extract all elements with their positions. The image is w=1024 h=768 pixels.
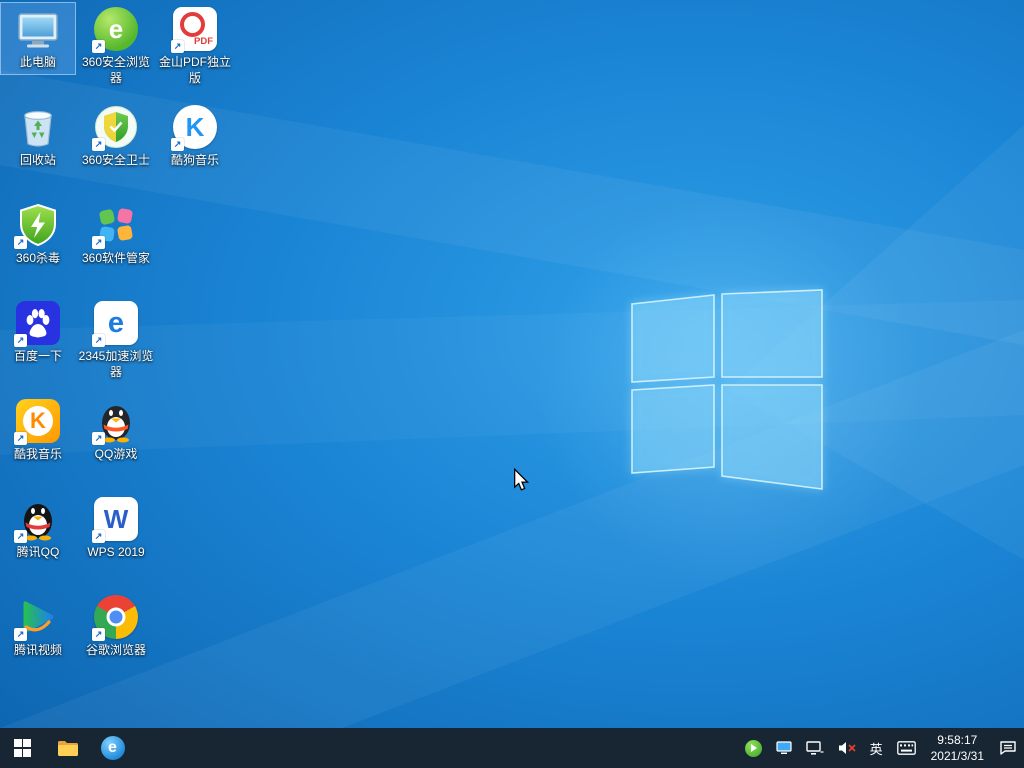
shortcut-arrow-icon: ↗ <box>14 432 27 445</box>
shortcut-arrow-icon: ↗ <box>14 530 27 543</box>
system-tray: 英 9:58:17 2021/3/31 <box>738 728 1024 768</box>
google-chrome-icon: ↗ <box>93 594 139 640</box>
tray-touch-keyboard[interactable] <box>890 728 923 768</box>
shortcut-arrow-icon: ↗ <box>14 334 27 347</box>
shortcut-arrow-icon: ↗ <box>171 40 184 53</box>
clock-date: 2021/3/31 <box>931 748 984 764</box>
shortcut-arrow-icon: ↗ <box>14 628 27 641</box>
chrome-center <box>107 608 126 627</box>
action-center-icon <box>999 740 1017 756</box>
tray-volume-muted[interactable] <box>831 728 863 768</box>
desktop-icon-label: 360软件管家 <box>82 251 150 267</box>
taskbar-clock[interactable]: 9:58:17 2021/3/31 <box>923 732 992 764</box>
2345-browser-icon: e ↗ <box>93 300 139 346</box>
desktop-icon-baidu[interactable]: ↗ 百度一下 <box>0 296 76 369</box>
shortcut-arrow-icon: ↗ <box>92 530 105 543</box>
desktop-icon-label: 金山PDF独立版 <box>157 55 233 86</box>
speaker-muted-icon <box>838 741 856 755</box>
folder-icon <box>57 740 79 757</box>
desktop-icon-label: 360杀毒 <box>16 251 60 267</box>
desktop-icon-360-browser[interactable]: e ↗ 360安全浏览器 <box>78 2 154 90</box>
keyboard-icon <box>897 741 916 755</box>
desktop-icon-google-chrome[interactable]: ↗ 谷歌浏览器 <box>78 590 154 663</box>
desktop-icon-this-pc[interactable]: 此电脑 <box>0 2 76 75</box>
action-center-button[interactable] <box>992 728 1024 768</box>
360-software-manager-icon: ↗ <box>93 202 139 248</box>
kugou-music-icon: K ↗ <box>172 104 218 150</box>
desktop-icon-label: QQ游戏 <box>95 447 138 463</box>
desktop-icon-label: 回收站 <box>20 153 56 169</box>
tray-pc-monitor[interactable] <box>769 728 799 768</box>
tencent-video-icon: ↗ <box>15 594 61 640</box>
360-safeguard-icon: ↗ <box>93 104 139 150</box>
input-method-indicator[interactable]: 英 <box>863 728 890 768</box>
pdf-swirl <box>180 12 205 37</box>
desktop-icon-360-antivirus[interactable]: ↗ 360杀毒 <box>0 198 76 271</box>
desktop-icon-label: 腾讯QQ <box>17 545 60 561</box>
desktop-icon-label: 360安全浏览器 <box>78 55 154 86</box>
pdf-letters: PDF <box>194 36 213 47</box>
shortcut-arrow-icon: ↗ <box>92 432 105 445</box>
desktop-icon-360-software-manager[interactable]: ↗ 360软件管家 <box>78 198 154 271</box>
desktop-icon-label: 百度一下 <box>14 349 62 365</box>
taskbar-left: e <box>0 728 135 768</box>
browser-e-icon: e <box>101 736 125 760</box>
taskbar-browser-button[interactable]: e <box>90 728 135 768</box>
shortcut-arrow-icon: ↗ <box>92 40 105 53</box>
desktop-icon-recycle-bin[interactable]: 回收站 <box>0 100 76 173</box>
desktop-icon-tencent-qq[interactable]: ↗ 腾讯QQ <box>0 492 76 565</box>
shortcut-arrow-icon: ↗ <box>92 236 105 249</box>
desktop-icon-label: 此电脑 <box>20 55 56 71</box>
desktop-icon-kugou-music[interactable]: K ↗ 酷狗音乐 <box>157 100 233 173</box>
360-antivirus-icon: ↗ <box>15 202 61 248</box>
desktop-icon-tencent-video[interactable]: ↗ 腾讯视频 <box>0 590 76 663</box>
this-pc-icon <box>15 6 61 52</box>
clock-time: 9:58:17 <box>931 732 984 748</box>
qq-games-icon: ↗ <box>93 398 139 444</box>
windows-logo-icon <box>14 739 32 757</box>
tencent-qq-icon: ↗ <box>15 496 61 542</box>
shortcut-arrow-icon: ↗ <box>14 236 27 249</box>
taskbar: e 英 <box>0 728 1024 768</box>
desktop-icon-label: WPS 2019 <box>87 545 144 561</box>
shortcut-arrow-icon: ↗ <box>92 138 105 151</box>
desktop-icon-label: 腾讯视频 <box>14 643 62 659</box>
wps-2019-icon: W ↗ <box>93 496 139 542</box>
green-play-icon <box>745 740 762 757</box>
desktop-icon-label: 酷狗音乐 <box>171 153 219 169</box>
360-browser-icon: e ↗ <box>93 6 139 52</box>
windows-wallpaper-logo-icon <box>630 289 826 491</box>
desktop-icon-wps-2019[interactable]: W ↗ WPS 2019 <box>78 492 154 565</box>
tray-network[interactable] <box>799 728 831 768</box>
shortcut-arrow-icon: ↗ <box>171 138 184 151</box>
desktop-icon-kingsoft-pdf[interactable]: PDF ↗ 金山PDF独立版 <box>157 2 233 90</box>
taskbar-file-explorer-button[interactable] <box>45 728 90 768</box>
desktop-icon-kuwo-music[interactable]: K ↗ 酷我音乐 <box>0 394 76 467</box>
mouse-cursor <box>512 468 530 492</box>
desktop-icon-label: 酷我音乐 <box>14 447 62 463</box>
monitor-icon <box>776 741 792 755</box>
desktop-icon-2345-browser[interactable]: e ↗ 2345加速浏览器 <box>78 296 154 384</box>
desktop-icon-qq-games[interactable]: ↗ QQ游戏 <box>78 394 154 467</box>
tray-360-accelerator[interactable] <box>738 728 769 768</box>
desktop[interactable]: 此电脑 回收站 ↗ 360杀毒 <box>0 0 1024 728</box>
desktop-icon-360-safeguard[interactable]: ↗ 360安全卫士 <box>78 100 154 173</box>
ethernet-network-icon <box>806 741 824 755</box>
shortcut-arrow-icon: ↗ <box>92 334 105 347</box>
desktop-icon-label: 谷歌浏览器 <box>86 643 146 659</box>
desktop-icon-label: 2345加速浏览器 <box>78 349 154 380</box>
kuwo-music-icon: K ↗ <box>15 398 61 444</box>
baidu-icon: ↗ <box>15 300 61 346</box>
kingsoft-pdf-icon: PDF ↗ <box>172 6 218 52</box>
shortcut-arrow-icon: ↗ <box>92 628 105 641</box>
desktop-icon-label: 360安全卫士 <box>82 153 150 169</box>
start-button[interactable] <box>0 728 45 768</box>
recycle-bin-icon <box>15 104 61 150</box>
